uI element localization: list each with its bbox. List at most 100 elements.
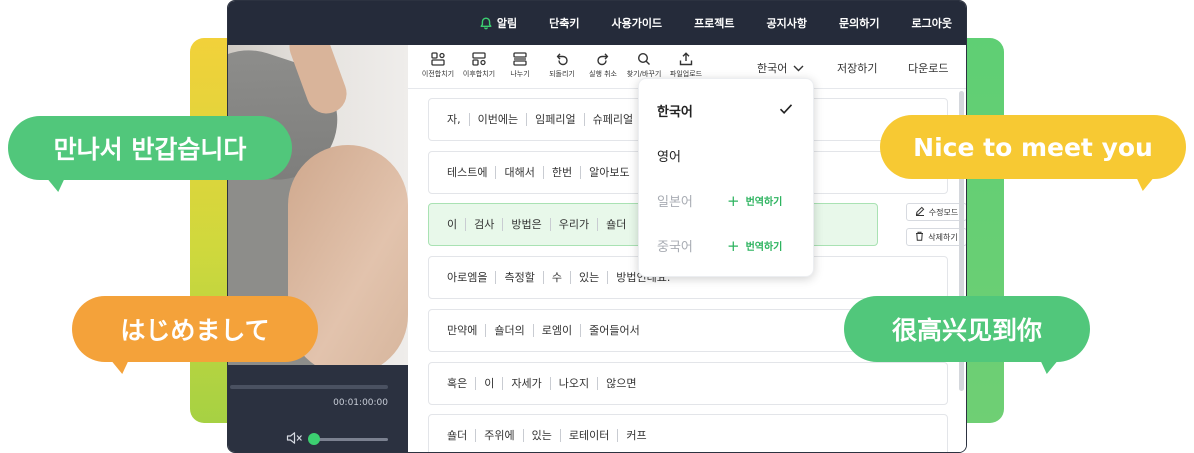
- subtitle-word[interactable]: 혹은: [439, 377, 477, 390]
- nav-notices[interactable]: 공지사항: [767, 15, 807, 31]
- nav-shortcuts[interactable]: 단축키: [549, 15, 579, 31]
- subtitle-word[interactable]: 있는: [571, 271, 609, 284]
- merge-next-button[interactable]: 이후합치기: [457, 52, 501, 79]
- subtitle-word[interactable]: 줄어들어서: [581, 324, 648, 337]
- bubble-text: Nice to meet you: [913, 132, 1153, 162]
- language-option-english[interactable]: 영어: [657, 146, 681, 165]
- nav-logout[interactable]: 로그아웃: [912, 15, 952, 31]
- volume-slider-handle[interactable]: [308, 433, 320, 445]
- bubble-text: はじめまして: [120, 316, 270, 345]
- subtitle-word[interactable]: 임페리얼: [527, 113, 585, 126]
- plus-icon: +: [727, 236, 740, 255]
- subtitle-word[interactable]: 테스트에: [439, 166, 497, 179]
- merge-previous-button[interactable]: 이전합치기: [416, 52, 460, 79]
- subtitle-word[interactable]: 로엠이: [534, 324, 582, 337]
- video-player-controls: 00:01:00:00: [228, 365, 408, 452]
- upload-icon: [678, 52, 694, 66]
- find-replace-button[interactable]: 찾기/바꾸기: [622, 52, 666, 79]
- subtitle-word[interactable]: 이번에는: [470, 113, 528, 126]
- timecode: 00:01:00:00: [333, 398, 388, 408]
- language-dropdown-menu: 한국어 영어 일본어 + 번역하기 중국어 + 번역하기: [638, 78, 814, 277]
- subtitle-word[interactable]: 숄더: [598, 218, 634, 231]
- redo-icon: [595, 52, 611, 66]
- bubble-text: 很高兴见到你: [891, 316, 1042, 345]
- subtitle-word[interactable]: 이: [476, 377, 504, 390]
- subtitle-word[interactable]: 자,: [439, 113, 470, 126]
- nav-contact[interactable]: 문의하기: [839, 15, 879, 31]
- save-button[interactable]: 저장하기: [837, 60, 877, 76]
- translate-japanese-button[interactable]: + 번역하기: [727, 193, 782, 208]
- tool-label: 이전합치기: [421, 70, 455, 78]
- subtitle-word[interactable]: 아로엠을: [439, 271, 497, 284]
- subtitle-word[interactable]: 나오지: [551, 377, 599, 390]
- subtitle-word[interactable]: 있는: [524, 429, 561, 442]
- subtitle-word[interactable]: 방법은: [503, 218, 551, 231]
- speech-bubble-english: Nice to meet you: [880, 115, 1186, 191]
- translate-label: 번역하기: [745, 197, 783, 208]
- language-option-chinese: 중국어: [657, 240, 693, 255]
- checkmark-icon: [779, 103, 793, 115]
- nav-user-guide[interactable]: 사용가이드: [611, 15, 662, 31]
- subtitle-word[interactable]: 우리가: [551, 218, 599, 231]
- tool-label: 이후합치기: [462, 70, 496, 78]
- subtitle-word[interactable]: 대해서: [496, 166, 544, 179]
- bubble-tail: [46, 178, 68, 192]
- subtitle-word[interactable]: 이: [439, 218, 467, 231]
- subtitle-word[interactable]: 알아보도: [581, 166, 637, 179]
- edit-mode-button[interactable]: 수정모드: [906, 203, 966, 221]
- subtitle-word[interactable]: 커프: [618, 429, 654, 442]
- search-icon: [636, 52, 652, 66]
- speaker-muted-icon[interactable]: [286, 431, 304, 445]
- tool-label: 되돌리기: [549, 70, 575, 78]
- file-upload-button[interactable]: 파일업로드: [664, 52, 708, 79]
- bubble-tail: [1133, 177, 1155, 191]
- download-button[interactable]: 다운로드: [908, 60, 948, 76]
- subtitle-word[interactable]: 만약에: [439, 324, 487, 337]
- split-button[interactable]: 나누기: [498, 52, 542, 79]
- subtitle-word[interactable]: 측정할: [496, 271, 544, 284]
- merge-next-icon: [471, 52, 487, 66]
- subtitle-word[interactable]: 자세가: [503, 377, 551, 390]
- top-navigation: 알림 단축키 사용가이드 프로젝트 공지사항 문의하기 로그아웃: [228, 1, 966, 45]
- edit-icon: [915, 206, 929, 218]
- tool-label: 나누기: [510, 70, 530, 78]
- redo-button[interactable]: 실행 취소: [581, 52, 625, 79]
- subtitle-row[interactable]: 숄더 주위에 있는 로테이터 커프: [428, 414, 948, 452]
- bubble-text: 만나서 반갑습니다: [53, 135, 247, 164]
- subtitle-word[interactable]: 숄더: [439, 429, 477, 442]
- tool-label: 실행 취소: [589, 70, 617, 78]
- language-option-korean[interactable]: 한국어: [657, 101, 693, 120]
- bubble-tail: [110, 360, 132, 374]
- bell-icon: [480, 17, 492, 30]
- nav-projects[interactable]: 프로젝트: [694, 15, 734, 31]
- subtitle-word[interactable]: 검사: [466, 218, 504, 231]
- volume-slider-track[interactable]: [312, 438, 388, 441]
- subtitle-word[interactable]: 주위에: [476, 429, 524, 442]
- playback-progress-bar[interactable]: [230, 385, 388, 389]
- speech-bubble-korean: 만나서 반갑습니다: [8, 116, 292, 192]
- translate-label: 번역하기: [745, 242, 783, 253]
- merge-previous-icon: [430, 52, 446, 66]
- split-icon: [512, 52, 528, 66]
- language-option-japanese: 일본어: [657, 195, 693, 210]
- subtitle-row[interactable]: 혹은 이 자세가 나오지 않으면: [428, 362, 948, 405]
- subtitle-word[interactable]: 슈페리얼: [585, 113, 641, 126]
- nav-notifications[interactable]: 알림: [480, 15, 517, 31]
- language-select-value: 한국어: [757, 62, 788, 75]
- nav-label: 알림: [496, 17, 518, 30]
- language-select[interactable]: 한국어: [757, 60, 804, 76]
- edit-mode-label: 수정모드: [928, 207, 959, 217]
- speech-bubble-japanese: はじめまして: [72, 296, 318, 374]
- subtitle-word[interactable]: 로테이터: [561, 429, 619, 442]
- subtitle-word[interactable]: 한번: [544, 166, 582, 179]
- subtitle-word[interactable]: 숄더의: [486, 324, 534, 337]
- subtitle-word[interactable]: 수: [544, 271, 571, 284]
- delete-button[interactable]: 삭제하기: [906, 228, 966, 246]
- speech-bubble-chinese: 很高兴见到你: [844, 296, 1090, 374]
- trash-icon: [915, 231, 928, 243]
- undo-button[interactable]: 되돌리기: [540, 52, 584, 79]
- app-window: 알림 단축키 사용가이드 프로젝트 공지사항 문의하기 로그아웃 00:01:0…: [227, 0, 967, 453]
- subtitle-word[interactable]: 않으면: [598, 377, 644, 390]
- plus-icon: +: [727, 191, 740, 210]
- translate-chinese-button[interactable]: + 번역하기: [727, 238, 782, 253]
